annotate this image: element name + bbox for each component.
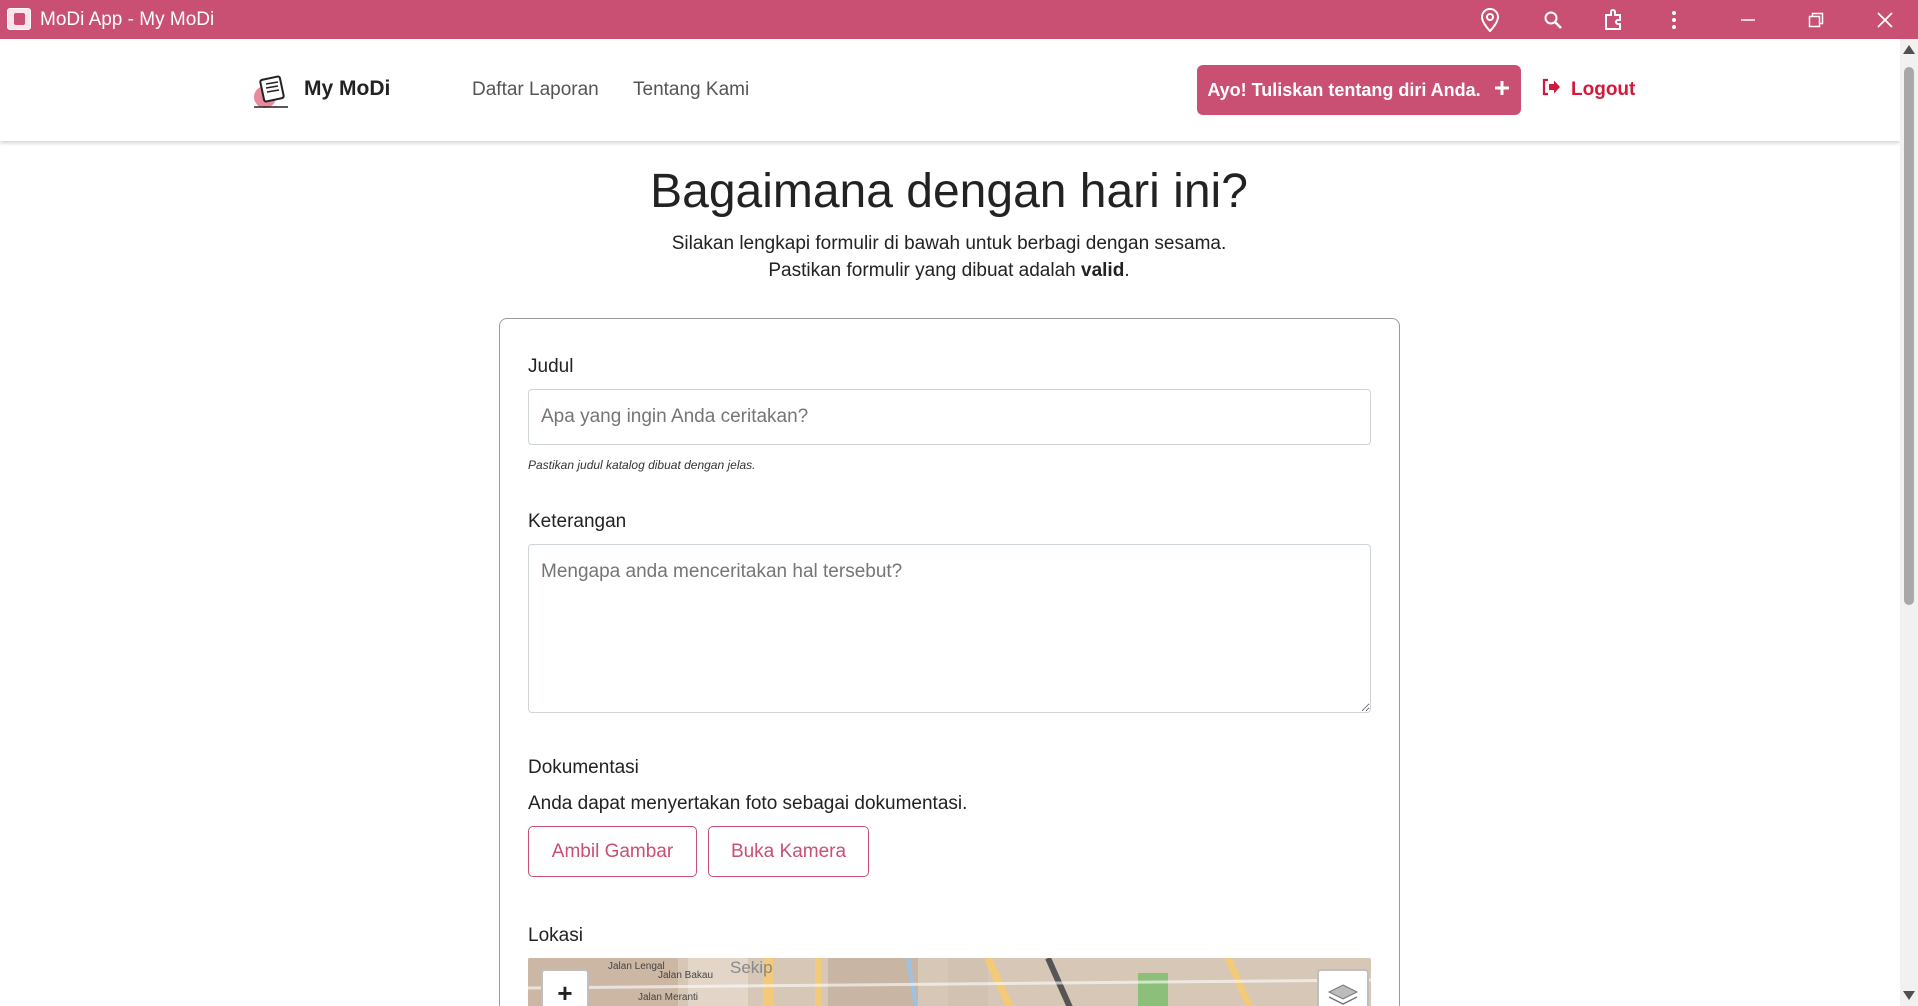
- extensions-icon[interactable]: [1591, 0, 1637, 39]
- write-story-button[interactable]: Ayo! Tuliskan tentang diri Anda.: [1197, 65, 1521, 115]
- restore-icon[interactable]: [1793, 0, 1839, 39]
- write-story-label: Ayo! Tuliskan tentang diri Anda.: [1207, 79, 1481, 100]
- close-icon[interactable]: [1862, 0, 1908, 39]
- subtitle-note-text: Pastikan formulir yang dibuat adalah: [768, 260, 1082, 281]
- documentation-label: Dokumentasi: [528, 757, 639, 778]
- description-label: Keterangan: [528, 511, 627, 532]
- map-label-street: Jalan Meranti: [638, 992, 699, 1003]
- location-label: Lokasi: [528, 925, 583, 946]
- window-titlebar: MoDi App - My MoDi: [0, 0, 1918, 39]
- page-subtitle-note: Pastikan formulir yang dibuat adalah val…: [0, 260, 1898, 282]
- title-label: Judul: [528, 356, 574, 377]
- page-subtitle: Silakan lengkapi formulir di bawah untuk…: [671, 233, 1227, 254]
- navbar: My MoDi Daftar Laporan Tentang Kami Ayo!…: [0, 39, 1900, 141]
- story-form: Judul Pastikan judul katalog dibuat deng…: [499, 318, 1400, 1006]
- nav-link-tentang-kami[interactable]: Tentang Kami: [633, 79, 749, 101]
- minimize-icon[interactable]: [1725, 0, 1771, 39]
- page-title: Bagaimana dengan hari ini?: [650, 165, 1248, 218]
- brand-logo[interactable]: [252, 69, 292, 109]
- map-zoom-in-button[interactable]: +: [541, 969, 589, 1006]
- more-options-icon[interactable]: [1651, 0, 1697, 39]
- plus-icon: [1493, 78, 1511, 102]
- scroll-up-icon[interactable]: [1903, 45, 1915, 54]
- map-label-street: Jalan Lengal: [608, 961, 665, 972]
- logout-icon: [1541, 78, 1561, 102]
- documentation-text: Anda dapat menyertakan foto sebagai doku…: [528, 793, 968, 814]
- brand-name[interactable]: My MoDi: [304, 77, 390, 101]
- logout-button[interactable]: Logout: [1541, 78, 1635, 102]
- location-map[interactable]: Jalan Lengal Jalan Bakau Sekip Jalan Mer…: [528, 958, 1371, 1006]
- pick-image-button[interactable]: Ambil Gambar: [528, 826, 697, 877]
- logout-label: Logout: [1571, 79, 1636, 100]
- subtitle-note-end: .: [1124, 260, 1130, 281]
- nav-link-daftar-laporan[interactable]: Daftar Laporan: [472, 79, 599, 101]
- description-textarea[interactable]: [528, 544, 1371, 713]
- zoom-icon[interactable]: [1530, 0, 1576, 39]
- page-scrollbar[interactable]: [1900, 39, 1918, 1006]
- app-icon: [7, 8, 31, 30]
- title-input[interactable]: [528, 389, 1371, 445]
- scrollbar-thumb[interactable]: [1904, 67, 1914, 605]
- subtitle-note-emphasis: valid: [1081, 260, 1125, 281]
- window-title: MoDi App - My MoDi: [40, 9, 215, 30]
- map-layers-icon[interactable]: [1317, 969, 1369, 1006]
- open-camera-button[interactable]: Buka Kamera: [708, 826, 869, 877]
- map-label-street: Jalan Bakau: [658, 970, 714, 981]
- title-hint: Pastikan judul katalog dibuat dengan jel…: [528, 458, 756, 472]
- scroll-down-icon[interactable]: [1903, 991, 1915, 1000]
- map-label-area: Sekip: [730, 958, 773, 977]
- location-pin-icon[interactable]: [1467, 0, 1513, 39]
